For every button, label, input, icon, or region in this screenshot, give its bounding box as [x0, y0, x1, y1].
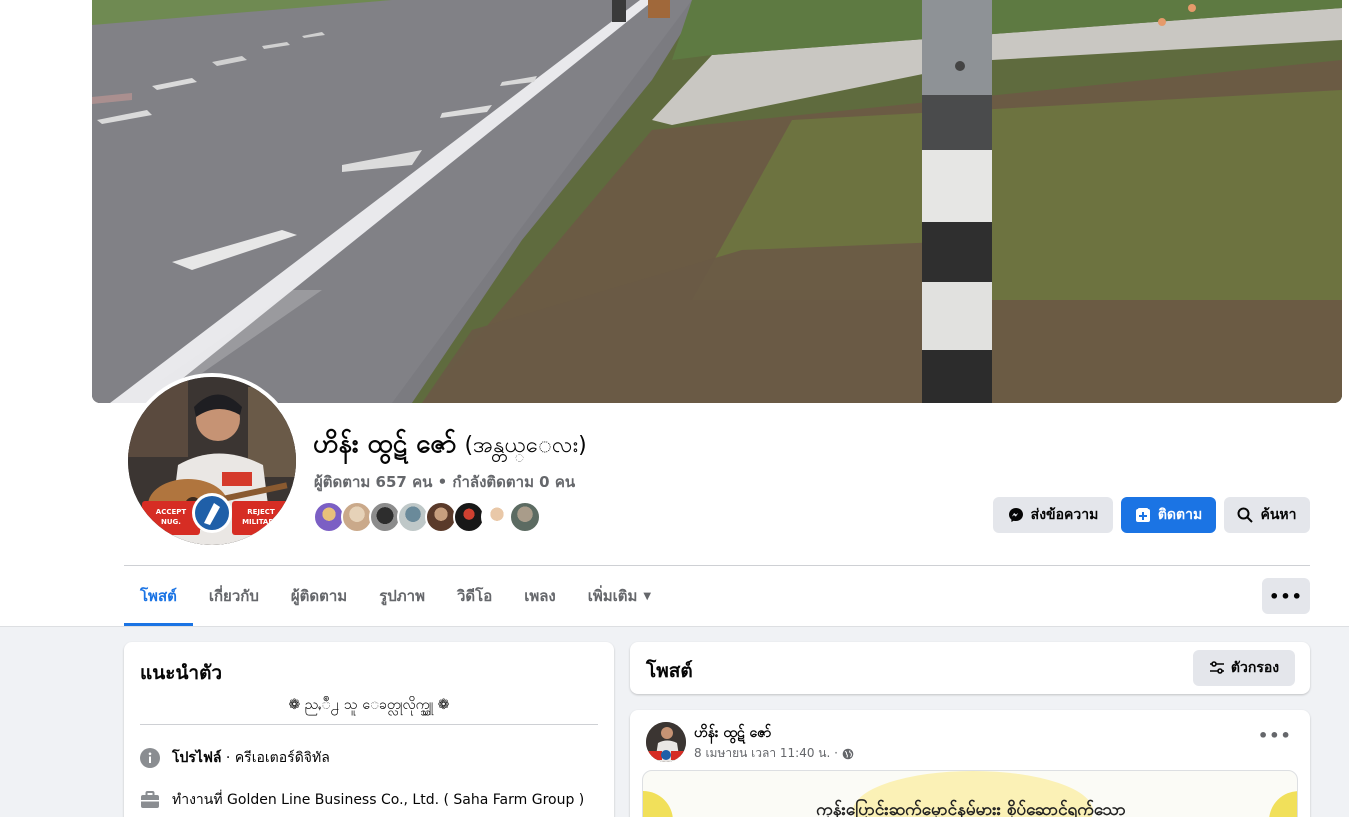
- more-options-button[interactable]: •••: [1262, 578, 1310, 614]
- info-icon: [140, 748, 160, 768]
- filter-label: ตัวกรอง: [1230, 660, 1280, 676]
- tab-posts[interactable]: โพสต์: [124, 566, 193, 626]
- avatar: ACCEPT NUG. REJECT MILITARY.: [128, 377, 296, 545]
- post-author-name[interactable]: ဟိန်း ထွဋ် ဇော်: [694, 723, 771, 744]
- messenger-icon: [1008, 508, 1023, 522]
- tab-photos[interactable]: รูปภาพ: [363, 566, 441, 626]
- svg-text:NUG.: NUG.: [161, 518, 181, 526]
- tab-followers[interactable]: ผู้ติดตาม: [275, 566, 363, 626]
- post-image-text: ကုန်းပြောင်းဆက်မှောင်နမ်မားး စိုပ်ဆောင်ရ…: [816, 800, 1126, 817]
- profile-avatar[interactable]: ACCEPT NUG. REJECT MILITARY.: [124, 373, 300, 549]
- post-author-avatar[interactable]: [646, 722, 686, 762]
- profile-name-row: ဟိန်း ထွဋ် ဇော် (အန္တယ္ေလး): [313, 426, 587, 465]
- profile-name: ဟိန်း ထွဋ် ဇော်: [313, 429, 457, 459]
- briefcase-icon: [140, 790, 160, 810]
- intro-divider: [140, 724, 598, 725]
- post-timestamp[interactable]: 8 เมษายน เวลา 11:40 น. ·: [694, 744, 838, 763]
- tab-more[interactable]: เพิ่มเติม ▼: [572, 566, 667, 626]
- intro-card: แนะนำตัว ❁ ညႇဳ႕ သူ ေခတ္လုလိုက္ပ္သူ ❁ โปร…: [124, 642, 614, 817]
- follow-stats[interactable]: ผู้ติดตาม 657 คน • กำลังติดตาม 0 คน: [314, 470, 575, 494]
- posts-title: โพสต์: [646, 660, 693, 682]
- intro-profile-item: โปรไฟล์ · ครีเอเตอร์ดิจิทัล: [140, 747, 330, 769]
- message-button[interactable]: ส่งข้อความ: [993, 497, 1113, 533]
- intro-profile-label: โปรไฟล์: [172, 750, 222, 766]
- post-card: ဟိန်း ထွဋ် ဇော် 8 เมษายน เวลา 11:40 น. ·…: [630, 710, 1310, 817]
- cover-photo[interactable]: [92, 0, 1342, 403]
- intro-work-text: ทำงานที่ Golden Line Business Co., Ltd. …: [172, 792, 585, 808]
- tab-videos-label: วิดีโอ: [456, 587, 493, 605]
- tab-videos[interactable]: วิดีโอ: [441, 566, 508, 626]
- filter-icon: [1209, 661, 1224, 674]
- tab-about[interactable]: เกี่ยวกับ: [193, 566, 275, 626]
- search-button[interactable]: ค้นหา: [1224, 497, 1310, 533]
- intro-profile-detail: · ครีเอเตอร์ดิจิทัล: [221, 750, 330, 766]
- intro-bio: ❁ ညႇဳ႕ သူ ေခတ္လုလိုက္ပ္သူ ❁: [288, 697, 450, 713]
- follower-avatars[interactable]: [313, 501, 541, 533]
- message-label: ส่งข้อความ: [1030, 507, 1099, 523]
- tab-about-label: เกี่ยวกับ: [208, 587, 259, 605]
- tab-more-label: เพิ่มเติม: [587, 587, 638, 605]
- follow-icon: [1135, 508, 1150, 522]
- post-more-options[interactable]: •••: [1258, 726, 1292, 745]
- tab-music-label: เพลง: [524, 587, 556, 605]
- tab-photos-label: รูปภาพ: [379, 587, 425, 605]
- search-label: ค้นหา: [1260, 507, 1297, 523]
- tab-followers-label: ผู้ติดตาม: [290, 587, 348, 605]
- search-icon: [1237, 507, 1254, 523]
- follow-label: ติดตาม: [1157, 507, 1203, 523]
- svg-text:ACCEPT: ACCEPT: [156, 508, 187, 516]
- intro-work-item: ทำงานที่ Golden Line Business Co., Ltd. …: [140, 789, 584, 811]
- profile-tabs: โพสต์ เกี่ยวกับ ผู้ติดตาม รูปภาพ วิดีโอ …: [124, 566, 667, 626]
- filter-button[interactable]: ตัวกรอง: [1193, 650, 1295, 686]
- intro-profile-text: โปรไฟล์ · ครีเอเตอร์ดิจิทัล: [172, 747, 330, 769]
- intro-title: แนะนำตัว: [140, 662, 223, 684]
- follower-avatar[interactable]: [509, 501, 541, 533]
- follow-button[interactable]: ติดตาม: [1121, 497, 1216, 533]
- tab-posts-label: โพสต์: [140, 587, 177, 605]
- tab-music[interactable]: เพลง: [508, 566, 572, 626]
- more-options-label: •••: [1269, 586, 1303, 606]
- post-image[interactable]: ကုန်းပြောင်းဆက်မှောင်နမ်မားး စိုပ်ဆောင်ရ…: [642, 770, 1298, 817]
- posts-header-card: โพสต์ ตัวกรอง: [630, 642, 1310, 694]
- post-meta: 8 เมษายน เวลา 11:40 น. ·: [694, 744, 854, 763]
- caret-down-icon: ▼: [643, 590, 652, 602]
- globe-icon: [842, 748, 854, 759]
- profile-nickname: (အန္တယ္ေလး): [464, 433, 587, 458]
- svg-text:REJECT: REJECT: [247, 508, 275, 516]
